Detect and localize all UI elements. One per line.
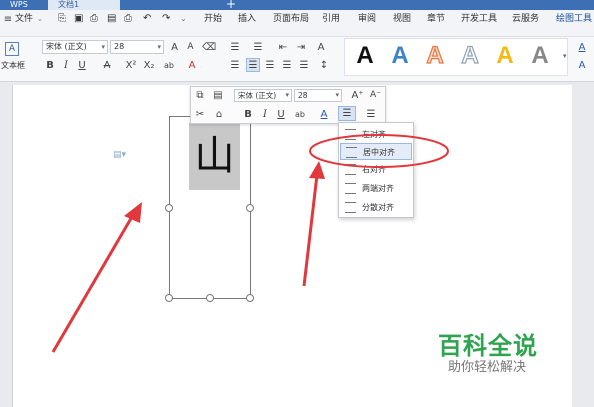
- arrow-left-head: [124, 202, 142, 223]
- arrow-left-shaft: [51, 214, 135, 353]
- annotation-arrows: [51, 161, 325, 353]
- arrow-right-head: [309, 161, 325, 179]
- highlight-ellipse: [309, 134, 449, 168]
- watermark-subtitle: 助你轻松解决: [448, 360, 527, 375]
- arrow-right-shaft: [302, 174, 319, 287]
